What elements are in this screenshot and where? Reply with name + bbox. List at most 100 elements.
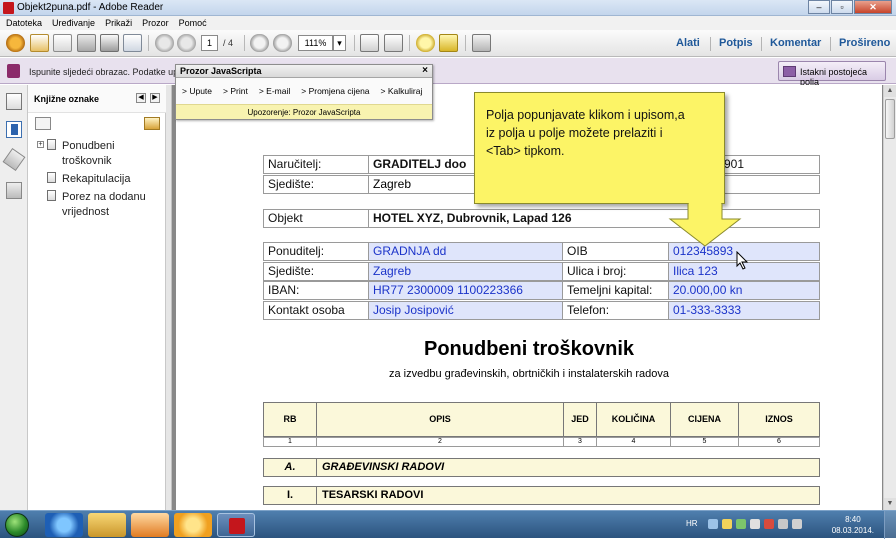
fit-page-icon[interactable] (360, 34, 379, 52)
document-title: Ponudbeni troškovnik (423, 338, 635, 360)
scroll-up-icon[interactable]: ▲ (884, 85, 896, 97)
fit-width-icon[interactable] (384, 34, 403, 52)
telefon-label: Telefon: (562, 301, 669, 320)
price-change-button[interactable]: > Promjena cijena (301, 86, 369, 96)
show-desktop-button[interactable] (884, 511, 896, 539)
calculate-button[interactable]: > Kalkuliraj (381, 86, 423, 96)
column-rb: RB (263, 402, 317, 437)
vertical-scrollbar[interactable]: ▲ ▼ (883, 85, 896, 510)
tools-link[interactable]: Alati (676, 37, 700, 49)
menu-pomoc[interactable]: Pomoć (179, 18, 207, 28)
telefon-field[interactable]: 01-333-3333 (668, 301, 820, 320)
tray-icon[interactable] (764, 519, 774, 529)
tray-icon[interactable] (750, 519, 760, 529)
bookmarks-icon[interactable] (6, 121, 22, 138)
fullscreen-icon[interactable] (472, 34, 491, 52)
highlight-text-icon[interactable] (439, 34, 458, 52)
expand-icon[interactable]: + (37, 141, 44, 148)
ponuditelj-field[interactable]: GRADNJA dd (368, 242, 563, 261)
bookmark-page-icon (47, 172, 56, 183)
expand-panel-icon[interactable]: ▶ (150, 93, 160, 103)
bookmark-options-icon[interactable] (35, 117, 51, 130)
iban-field[interactable]: HR77 2300009 1100223366 (368, 281, 563, 300)
main-toolbar: 1 / 4 111% ▾ Alati Potpis Komentar Proši… (0, 30, 896, 57)
close-icon[interactable]: × (422, 65, 428, 76)
menu-uredivanje[interactable]: Uređivanje (52, 18, 95, 28)
extended-link[interactable]: Proširenо (839, 37, 890, 49)
help-callout: Polja popunjavate klikom i upisom,a iz p… (474, 92, 725, 204)
zoom-input[interactable]: 111% (298, 35, 333, 51)
app-icon[interactable] (174, 513, 212, 537)
open-file-icon[interactable] (30, 34, 49, 52)
column-kolicina: KOLIČINA (596, 402, 671, 437)
zoom-dropdown-icon[interactable]: ▾ (333, 35, 346, 51)
language-indicator[interactable]: HR (686, 519, 698, 528)
print-icon[interactable] (100, 34, 119, 52)
sjediste-field[interactable]: Zagreb (368, 262, 563, 281)
start-button-icon[interactable] (5, 513, 29, 537)
narucitelj-label: Naručitelj: (263, 155, 369, 174)
signatures-icon[interactable] (6, 182, 22, 199)
kontakt-field[interactable]: Josip Josipović (368, 301, 563, 320)
objekt-label: Objekt (263, 209, 369, 228)
clock-date: 08.03.2014. (831, 526, 874, 535)
tray-icon[interactable] (722, 519, 732, 529)
scroll-thumb[interactable] (885, 99, 895, 139)
callout-text: Polja popunjavate klikom i upisom,a iz p… (486, 106, 718, 160)
collapse-panel-icon[interactable]: ◀ (136, 93, 146, 103)
system-tray: HR 8:40 08.03.2014. (686, 511, 896, 539)
sign-link[interactable]: Potpis (719, 37, 753, 49)
taskbar: HR 8:40 08.03.2014. (0, 510, 896, 539)
bookmark-label: Ponudbeni troškovnik (62, 140, 115, 167)
maximize-icon[interactable]: ▫ (831, 0, 853, 14)
tray-icon[interactable] (736, 519, 746, 529)
clock-time: 8:40 (845, 515, 861, 524)
page-number-input[interactable]: 1 (201, 35, 218, 51)
zoom-in-icon[interactable] (273, 34, 292, 52)
attachments-icon[interactable] (2, 147, 26, 172)
minimize-icon[interactable]: – (808, 0, 830, 14)
comment-icon[interactable] (416, 34, 435, 52)
adobe-reader-taskbar-icon[interactable] (217, 513, 255, 537)
comment-link[interactable]: Komentar (770, 37, 821, 49)
page-thumbnails-icon[interactable] (6, 93, 22, 110)
create-icon[interactable] (6, 34, 25, 52)
scroll-down-icon[interactable]: ▼ (884, 498, 896, 510)
volume-icon[interactable] (792, 519, 802, 529)
ponuditelj-label: Ponuditelj: (263, 242, 369, 261)
highlight-fields-button[interactable]: Istakni postojeća polja (778, 61, 886, 87)
email-icon[interactable] (123, 34, 142, 52)
column-number: 5 (670, 437, 739, 447)
clock[interactable]: 8:40 08.03.2014. (832, 514, 874, 536)
bookmarks-panel: Knjižne oznake ◀ ▶ + Ponudbeni troškovni… (28, 85, 166, 510)
media-player-icon[interactable] (131, 513, 169, 537)
javascript-window-header: Prozor JavaScripta × (176, 65, 432, 78)
previous-page-icon[interactable] (155, 34, 174, 52)
toolbar-separator (409, 35, 410, 51)
upute-button[interactable]: > Upute (182, 86, 212, 96)
network-icon[interactable] (778, 519, 788, 529)
save-icon[interactable] (77, 34, 96, 52)
close-icon[interactable]: ✕ (854, 0, 892, 14)
menu-prikazi[interactable]: Prikaži (105, 18, 132, 28)
internet-explorer-icon[interactable] (45, 513, 83, 537)
column-number: 6 (738, 437, 820, 447)
pdf-app-icon (3, 2, 14, 14)
email-button[interactable]: > E-mail (259, 86, 290, 96)
narucitelj-oib-tail: 901 (724, 157, 745, 171)
callout-arrow-icon (668, 203, 742, 247)
new-bookmark-icon[interactable] (144, 117, 160, 130)
edit-icon[interactable] (53, 34, 72, 52)
column-cijena: CIJENA (670, 402, 739, 437)
zoom-out-icon[interactable] (250, 34, 269, 52)
section-label: GRAĐEVINSKI RADOVI (322, 461, 445, 473)
file-explorer-icon[interactable] (88, 513, 126, 537)
menu-datoteka[interactable]: Datoteka (6, 18, 42, 28)
kapital-field[interactable]: 20.000,00 kn (668, 281, 820, 300)
print-button[interactable]: > Print (223, 86, 248, 96)
next-page-icon[interactable] (177, 34, 196, 52)
tray-icon[interactable] (708, 519, 718, 529)
menu-prozor[interactable]: Prozor (142, 18, 169, 28)
toolbar-separator (244, 35, 245, 51)
bookmarks-title: Knjižne oznake (34, 94, 100, 104)
